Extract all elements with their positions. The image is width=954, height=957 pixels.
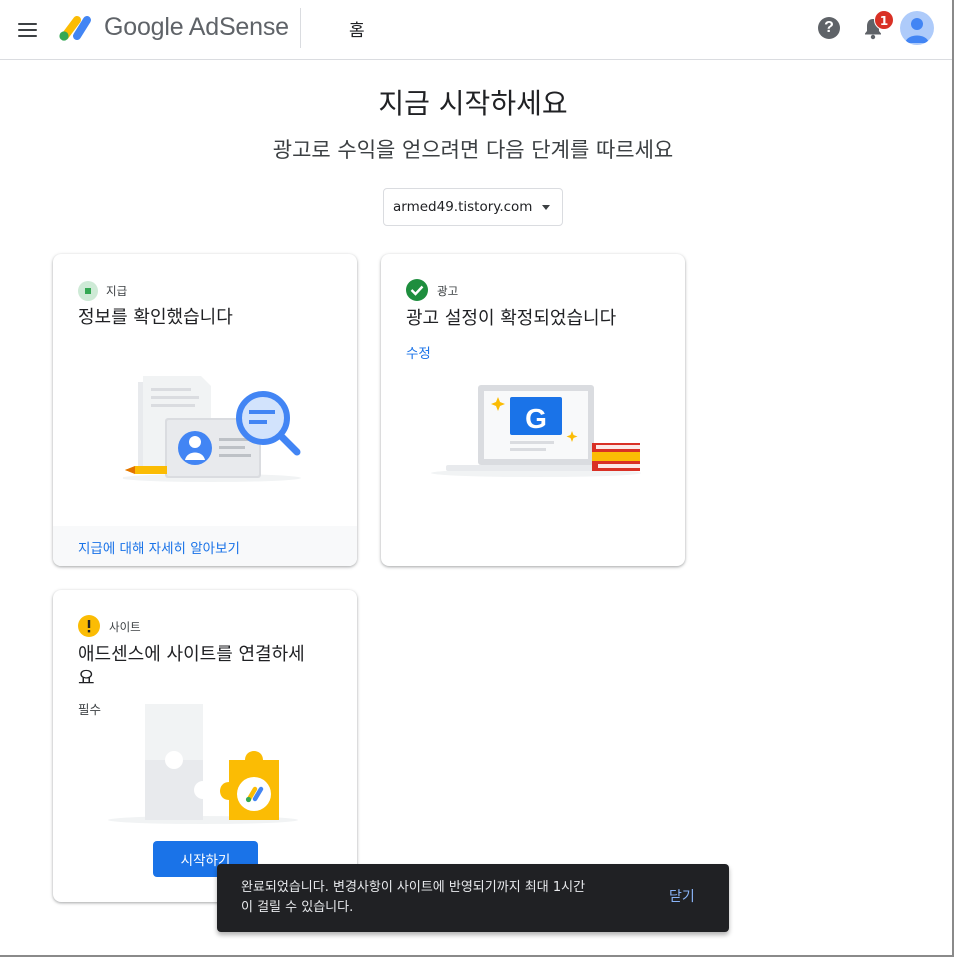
check-circle-icon [406,279,428,301]
snackbar-close-button[interactable]: 닫기 [669,886,695,906]
identity-document-illustration [123,376,301,482]
payment-card: 지급 정보를 확인했습니다 지급에 대해 자세히 알아보기 [53,254,357,566]
snackbar: 완료되었습니다. 변경사항이 사이트에 반영되기까지 최대 1시간 이 걸릴 수… [217,864,729,932]
site-card-label: 사이트 [109,620,141,634]
snackbar-message: 완료되었습니다. 변경사항이 사이트에 반영되기까지 최대 1시간 이 걸릴 수… [241,878,641,918]
payment-card-footer: 지급에 대해 자세히 알아보기 [53,526,357,566]
help-circle-icon[interactable]: ? [818,17,840,39]
edit-ads-link[interactable]: 수정 [406,342,431,362]
site-card: 사이트 애드센스에 사이트를 연결하세 요 필수 시작하기 [53,590,357,902]
ads-card-label: 광고 [437,284,459,298]
site-card-title-line1: 애드센스에 사이트를 연결하세 [78,644,305,665]
required-label: 필수 [78,702,102,717]
puzzle-connect-illustration [108,704,298,824]
page-title-home: 홈 [349,21,365,41]
account-avatar-icon[interactable] [900,11,934,45]
payment-card-label: 지급 [106,284,128,298]
learn-more-payment-link[interactable]: 지급에 대해 자세히 알아보기 [78,537,240,557]
site-select-value: armed49.tistory.com [393,199,533,215]
header-divider [300,8,301,48]
chevron-down-icon [542,205,550,210]
warning-circle-icon [78,615,100,637]
site-select-dropdown[interactable]: armed49.tistory.com [383,188,563,226]
in-progress-status-icon [78,281,98,301]
page-subheading: 광고로 수익을 얻으려면 다음 단계를 따르세요 [272,138,674,162]
snackbar-message-line1: 완료되었습니다. 변경사항이 사이트에 반영되기까지 최대 1시간 [241,880,586,895]
menu-icon[interactable] [14,16,42,44]
notification-badge: 1 [874,10,894,30]
payment-card-title: 정보를 확인했습니다 [78,307,233,328]
site-card-title-line2: 요 [78,668,95,689]
brand-name: Google AdSense [104,13,289,41]
top-app-bar: Google AdSense 홈 ? 1 [0,0,952,60]
adsense-logo-icon [59,16,91,41]
ads-card: 광고 광고 설정이 확정되었습니다 수정 G [381,254,685,566]
laptop-ad-illustration: G [431,385,641,477]
page-heading: 지금 시작하세요 [378,87,568,120]
snackbar-message-line2: 이 걸릴 수 있습니다. [241,900,354,915]
ads-card-title: 광고 설정이 확정되었습니다 [406,308,617,329]
svg-text:G: G [525,403,547,434]
